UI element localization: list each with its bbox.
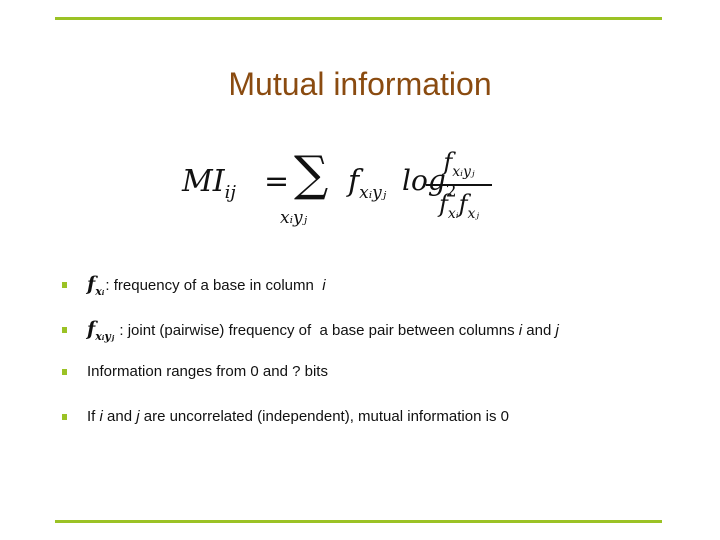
summation-symbol: ∑ (294, 146, 329, 202)
formula-fraction: fxᵢyⱼ fxᵢfxⱼ (426, 148, 492, 221)
bullet-square-icon (62, 282, 67, 289)
bullet-text: : joint (pairwise) frequency of a base p… (115, 321, 519, 339)
bullet-text: : frequency of a base in column (105, 276, 319, 294)
fraction-bar (426, 184, 492, 186)
bullet-square-icon (62, 327, 67, 334)
bullet-square-icon (62, 368, 67, 375)
bottom-accent-rule (55, 520, 662, 523)
summation-index: xᵢyⱼ (280, 208, 308, 228)
slide-title: Mutual information (228, 66, 492, 102)
frequency-symbol: fxᵢ (87, 273, 105, 298)
bullet-square-icon (62, 413, 67, 420)
formula-equals: = (264, 164, 290, 199)
bullet-item: If i and j are uncorrelated (independent… (62, 408, 509, 425)
top-accent-rule (55, 17, 662, 20)
formula-lhs: MIij (182, 164, 236, 203)
joint-frequency-term: fxᵢyⱼ (348, 164, 387, 203)
joint-frequency-symbol: fxᵢyⱼ (87, 318, 115, 343)
bullet-var: i (322, 276, 326, 294)
bullet-item: fxᵢ : frequency of a base in column i (62, 273, 326, 298)
mutual-information-formula: MIij = ∑ xᵢyⱼ fxᵢyⱼ log2 fxᵢyⱼ fxᵢfxⱼ (180, 148, 500, 238)
bullet-text: are uncorrelated (independent), mutual i… (139, 408, 509, 425)
bullet-item: Information ranges from 0 and ? bits (62, 363, 328, 380)
bullet-text: Information ranges from 0 and ? bits (87, 363, 328, 380)
fraction-numerator: fxᵢyⱼ (443, 148, 475, 180)
fraction-denominator: fxᵢfxⱼ (438, 189, 480, 222)
bullet-var: j (555, 321, 559, 339)
bullet-item: fxᵢyⱼ : joint (pairwise) frequency of a … (62, 318, 559, 343)
